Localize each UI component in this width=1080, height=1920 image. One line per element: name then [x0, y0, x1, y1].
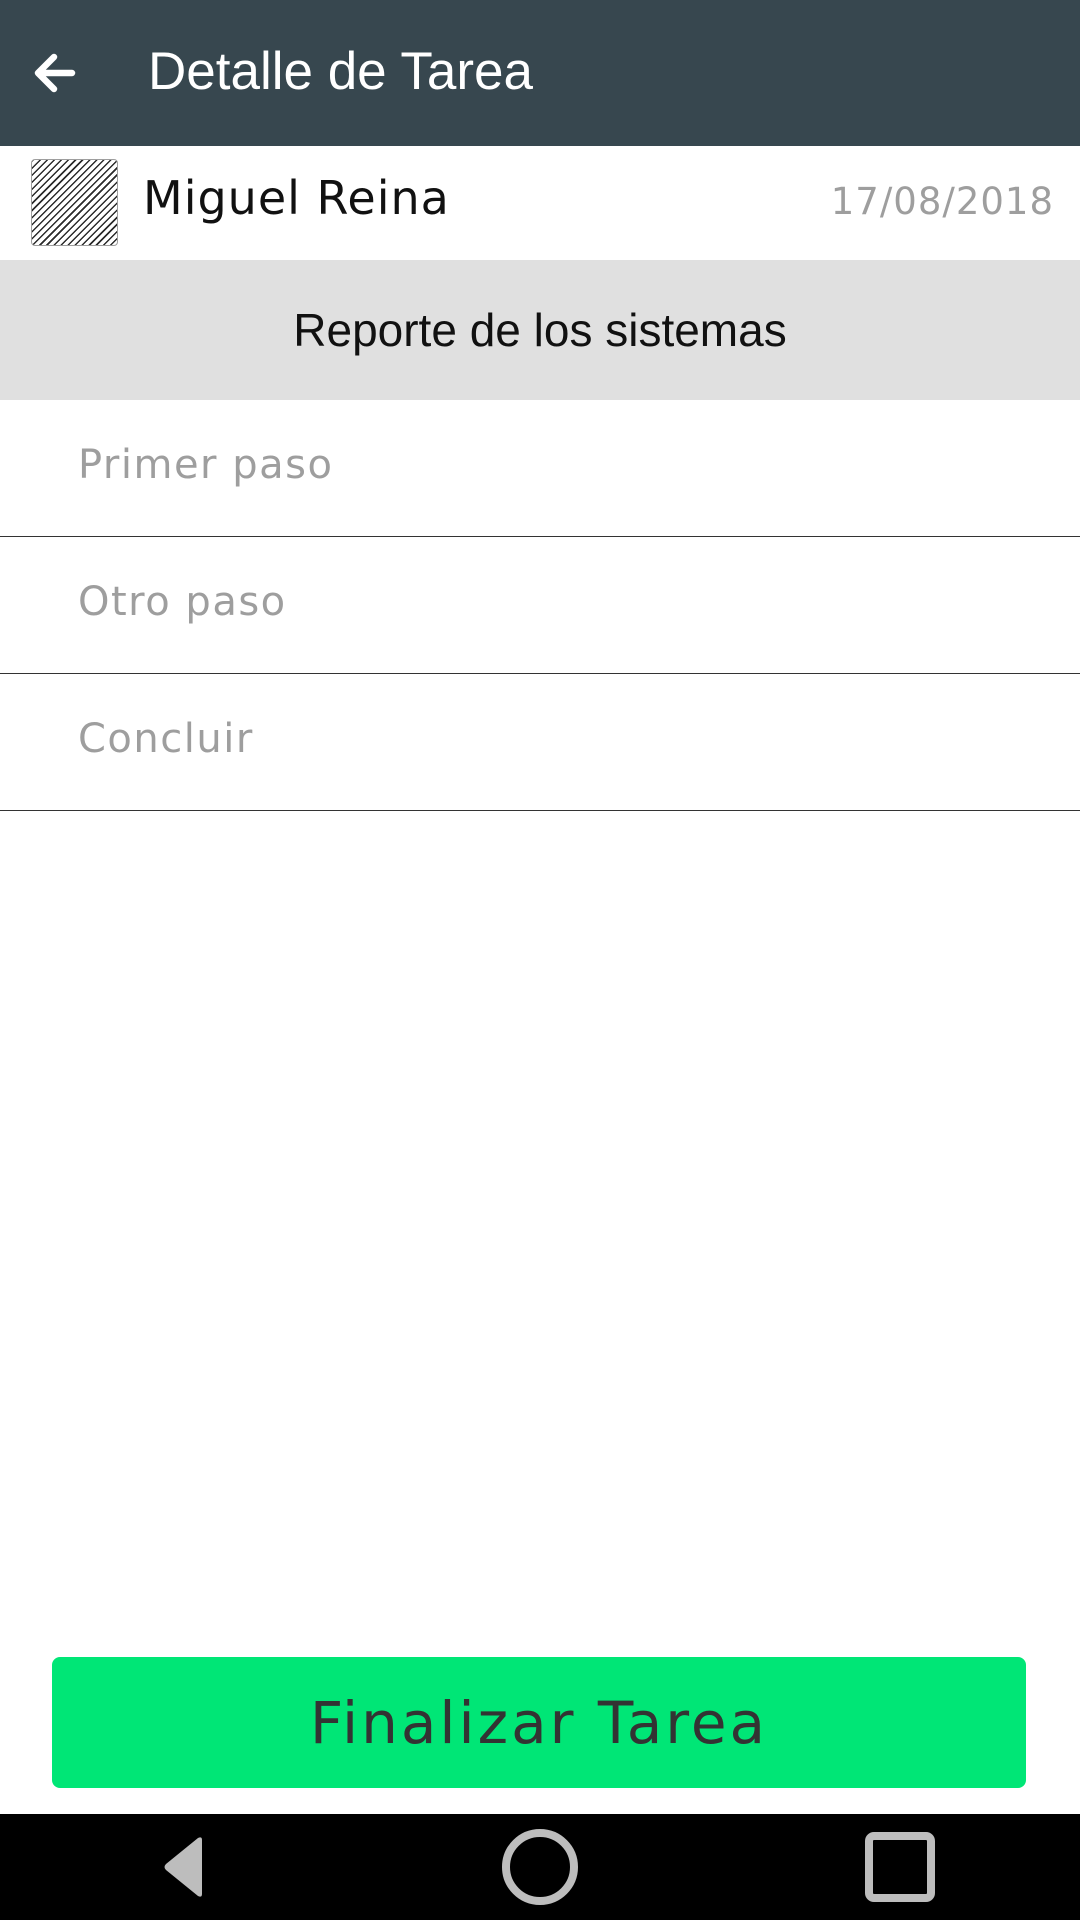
system-nav-bar	[0, 1814, 1080, 1920]
finish-task-label: Finalizar Tarea	[309, 1688, 769, 1757]
steps-list: Primer paso Otro paso Concluir	[0, 400, 1080, 811]
finish-task-button[interactable]: Finalizar Tarea	[52, 1657, 1026, 1788]
system-home-button[interactable]	[480, 1814, 600, 1920]
page-title: Detalle de Tarea	[148, 42, 534, 101]
circle-home-icon	[502, 1829, 578, 1905]
step-label: Primer paso	[78, 442, 334, 488]
back-button[interactable]	[24, 37, 84, 109]
step-item-primer-paso[interactable]: Primer paso	[0, 400, 1080, 537]
task-detail-screen: Detalle de Tarea Miguel Reina 17/08/2018…	[0, 0, 1080, 1920]
step-label: Otro paso	[78, 579, 287, 625]
task-title-header: Reporte de los sistemas	[0, 260, 1080, 400]
task-owner-row: Miguel Reina 17/08/2018	[0, 146, 1080, 260]
system-recents-button[interactable]	[850, 1814, 950, 1920]
task-date: 17/08/2018	[830, 180, 1054, 223]
square-recents-icon	[865, 1832, 935, 1902]
app-bar: Detalle de Tarea	[0, 0, 1080, 146]
avatar	[31, 159, 118, 246]
triangle-back-icon	[164, 1837, 202, 1897]
step-item-otro-paso[interactable]: Otro paso	[0, 537, 1080, 674]
step-label: Concluir	[78, 716, 254, 762]
step-item-concluir[interactable]: Concluir	[0, 674, 1080, 811]
system-back-button[interactable]	[140, 1814, 230, 1920]
arrow-left-icon	[34, 53, 76, 93]
task-title: Reporte de los sistemas	[293, 304, 787, 356]
user-name: Miguel Reina	[143, 171, 450, 225]
